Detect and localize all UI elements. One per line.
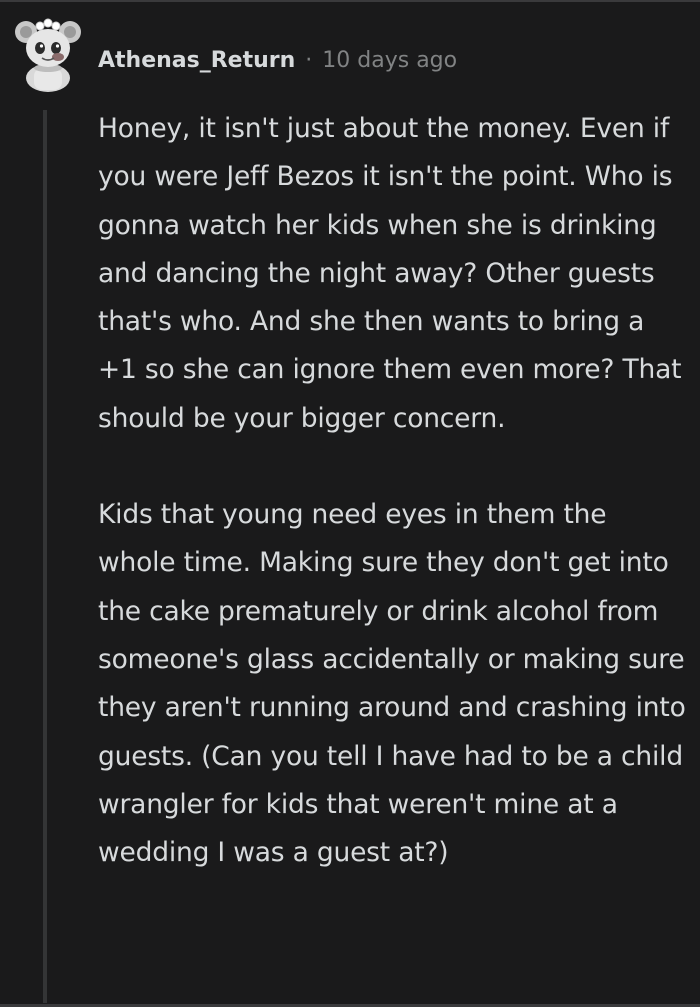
username-link[interactable]: Athenas_Return <box>98 48 295 73</box>
comment-paragraph: Kids that young need eyes in them the wh… <box>98 499 686 869</box>
thread-collapse-line[interactable] <box>43 110 47 1003</box>
comment-meta: Athenas_Return · 10 days ago <box>98 40 457 80</box>
comment-body: Honey, it isn't just about the money. Ev… <box>98 105 688 877</box>
comment-header: Athenas_Return · 10 days ago <box>0 0 700 110</box>
meta-separator: · <box>305 47 313 73</box>
comment-paragraph: Honey, it isn't just about the money. Ev… <box>98 113 682 434</box>
comment-timestamp[interactable]: 10 days ago <box>322 48 457 73</box>
snoo-avatar-icon[interactable] <box>12 12 84 92</box>
